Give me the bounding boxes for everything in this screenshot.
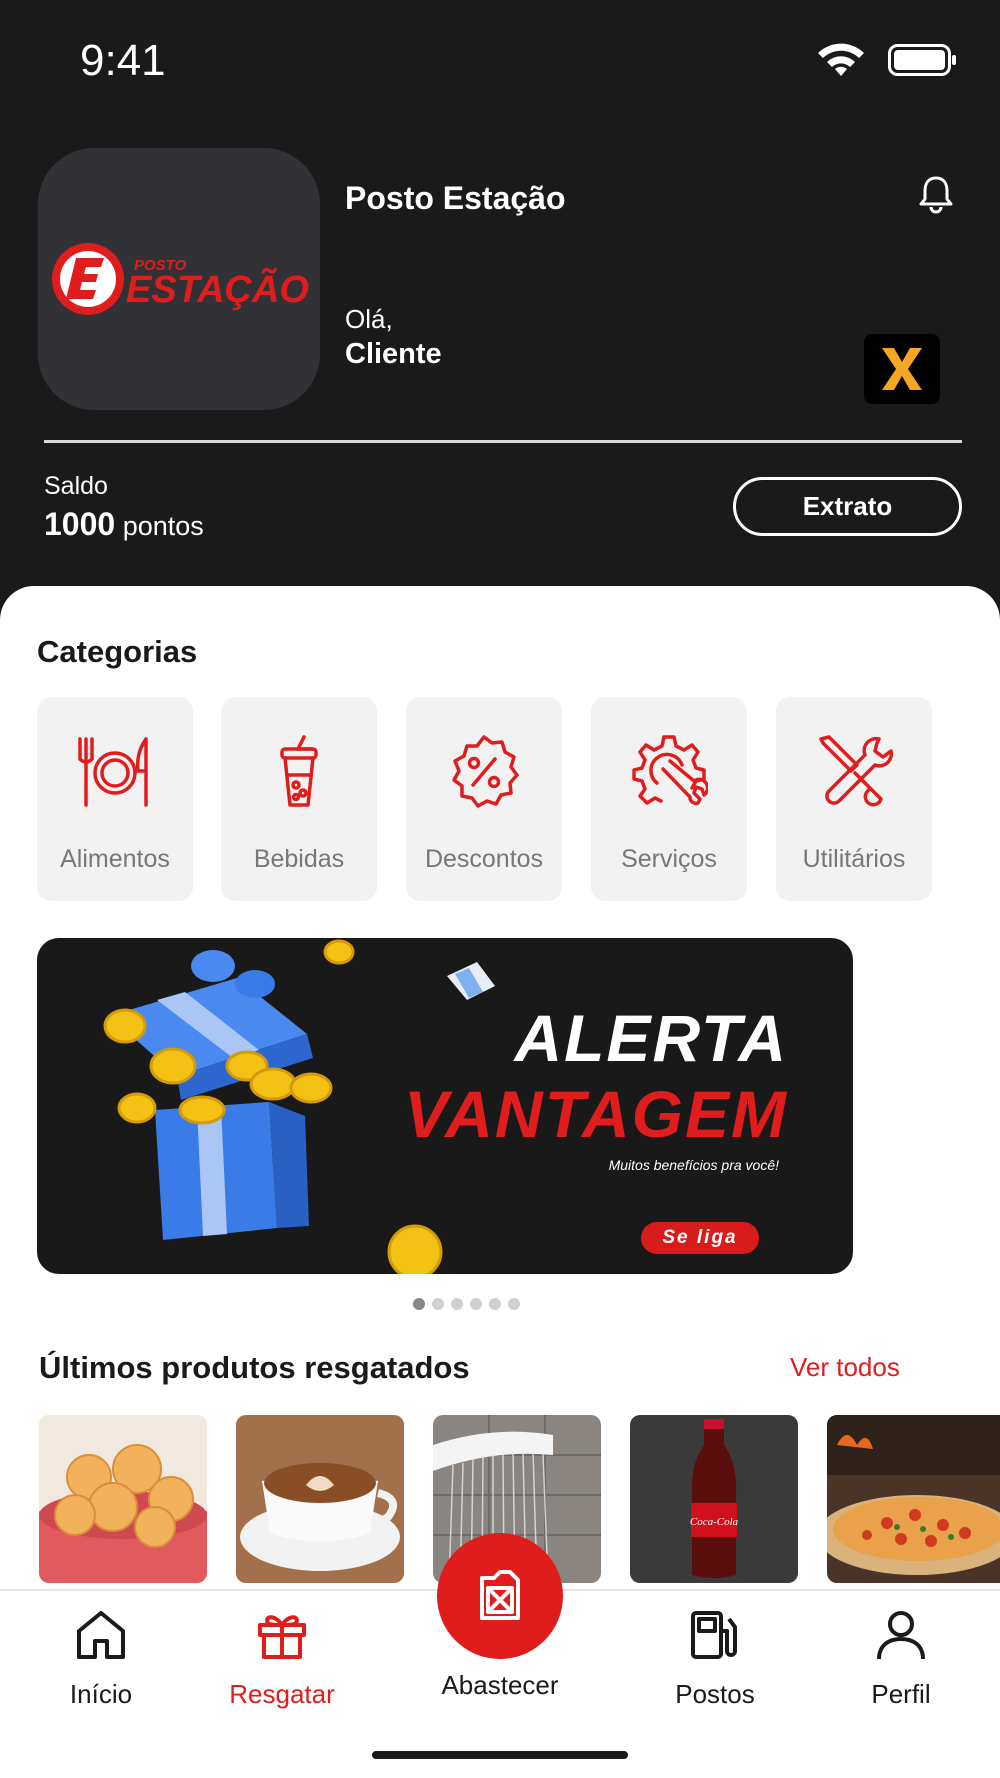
category-bebidas[interactable]: Bebidas bbox=[221, 697, 377, 901]
carousel-dot[interactable] bbox=[413, 1298, 425, 1310]
gas-station-icon bbox=[691, 1611, 737, 1659]
battery-icon bbox=[888, 44, 956, 76]
see-all-link[interactable]: Ver todos bbox=[790, 1352, 900, 1383]
banner-subtitle: Muitos benefícios pra você! bbox=[608, 1157, 779, 1173]
categories-title: Categorias bbox=[37, 634, 198, 669]
carousel-dot[interactable] bbox=[508, 1298, 520, 1310]
carousel-dot[interactable] bbox=[470, 1298, 482, 1310]
cappuccino-image bbox=[236, 1415, 404, 1583]
user-name: Cliente bbox=[345, 338, 442, 370]
status-bar: 9:41 bbox=[0, 0, 1000, 110]
fuel-label: Abastecer bbox=[441, 1670, 559, 1700]
balance-unit: pontos bbox=[122, 511, 204, 541]
cheese-bread-image bbox=[39, 1415, 207, 1583]
product-cheese-bread[interactable] bbox=[39, 1415, 207, 1583]
tools-icon bbox=[819, 735, 893, 807]
logo-text-big: ESTAÇÃO bbox=[126, 267, 309, 311]
banner-title-line2: VANTAGEM bbox=[404, 1077, 788, 1151]
balance-value: 1000 pontos bbox=[44, 506, 204, 543]
home-indicator bbox=[372, 1751, 628, 1759]
store-logo: POSTO ESTAÇÃO bbox=[38, 148, 320, 410]
product-pizza[interactable] bbox=[827, 1415, 1000, 1583]
fuel-button[interactable] bbox=[437, 1533, 563, 1659]
coca-cola-image: Coca-Cola bbox=[630, 1415, 798, 1583]
balance-label: Saldo bbox=[44, 472, 108, 500]
nav-label: Início bbox=[69, 1679, 133, 1709]
store-name: Posto Estação bbox=[345, 180, 566, 216]
x-brand-badge[interactable] bbox=[864, 334, 940, 404]
user-icon bbox=[877, 1611, 925, 1660]
gift-icon bbox=[258, 1615, 306, 1659]
balance-points: 1000 bbox=[44, 506, 116, 542]
carousel-dots[interactable] bbox=[413, 1298, 520, 1310]
carousel-dot[interactable] bbox=[451, 1298, 463, 1310]
nav-home[interactable]: Início bbox=[31, 1609, 171, 1710]
coca-cola-label: Coca-Cola bbox=[690, 1516, 739, 1528]
category-alimentos[interactable]: Alimentos bbox=[37, 697, 193, 901]
banner-cta-button[interactable]: Se liga bbox=[641, 1222, 759, 1254]
fuel-can-icon bbox=[480, 1570, 520, 1620]
category-servicos[interactable]: Serviços bbox=[591, 697, 747, 901]
promo-banner[interactable]: ALERTA VANTAGEM Muitos benefícios pra vo… bbox=[37, 938, 853, 1274]
category-label: Serviços bbox=[621, 845, 717, 873]
header-divider bbox=[44, 440, 962, 443]
category-descontos[interactable]: Descontos bbox=[406, 697, 562, 901]
extract-button[interactable]: Extrato bbox=[733, 477, 962, 536]
category-utilitarios[interactable]: Utilitários bbox=[776, 697, 932, 901]
utensils-icon bbox=[78, 737, 148, 807]
discount-badge-icon bbox=[452, 735, 519, 808]
category-label: Bebidas bbox=[253, 845, 345, 873]
nav-label: Resgatar bbox=[229, 1679, 335, 1709]
gear-wrench-icon bbox=[632, 735, 708, 806]
drink-cup-icon bbox=[280, 735, 318, 807]
posto-estacao-logo: POSTO ESTAÇÃO bbox=[52, 243, 309, 315]
banner-title-line1: ALERTA bbox=[514, 1001, 788, 1075]
status-time: 9:41 bbox=[80, 36, 166, 85]
category-label: Utilitários bbox=[802, 845, 906, 873]
category-label: Alimentos bbox=[60, 845, 170, 873]
x-logo-icon bbox=[882, 348, 922, 390]
nav-label: Postos bbox=[675, 1679, 755, 1709]
nav-profile[interactable]: Perfil bbox=[831, 1609, 971, 1710]
product-coca-cola[interactable]: Coca-Cola bbox=[630, 1415, 798, 1583]
home-icon bbox=[77, 1611, 125, 1659]
bell-icon[interactable] bbox=[916, 174, 956, 214]
nav-redeem[interactable]: Resgatar bbox=[212, 1609, 352, 1710]
category-label: Descontos bbox=[424, 845, 544, 873]
nav-label: Perfil bbox=[871, 1679, 931, 1709]
product-cappuccino[interactable] bbox=[236, 1415, 404, 1583]
recent-products-title: Últimos produtos resgatados bbox=[39, 1350, 470, 1385]
carousel-dot[interactable] bbox=[432, 1298, 444, 1310]
carousel-dot[interactable] bbox=[489, 1298, 501, 1310]
wifi-icon bbox=[818, 43, 864, 76]
pizza-image bbox=[827, 1415, 1000, 1583]
greeting: Olá, bbox=[345, 304, 393, 334]
nav-stations[interactable]: Postos bbox=[645, 1609, 785, 1710]
